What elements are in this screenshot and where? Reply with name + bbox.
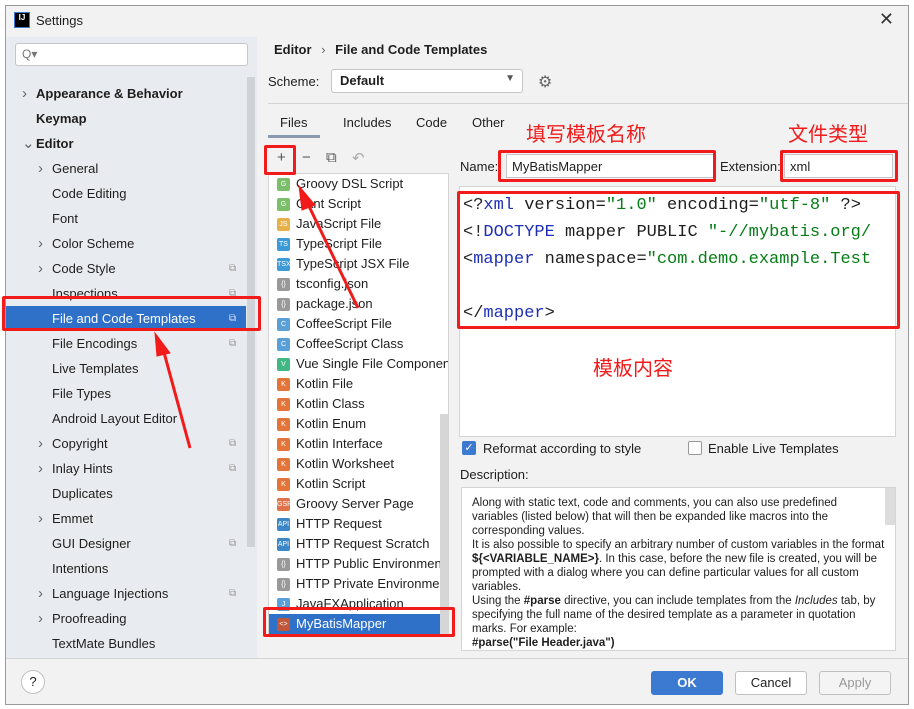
arrow-head: [298, 184, 316, 211]
arrow-to-sidebar-item: [160, 344, 192, 449]
arrow-to-add-button: [304, 199, 360, 309]
arrow-head: [154, 331, 171, 357]
annotation-arrows: [154, 184, 360, 449]
